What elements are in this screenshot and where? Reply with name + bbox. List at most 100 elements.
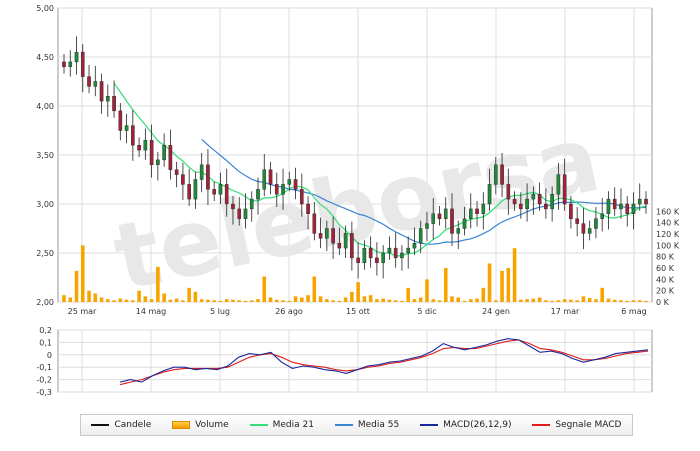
volume-bar bbox=[531, 298, 536, 302]
candle-body bbox=[193, 179, 198, 200]
candle-body bbox=[525, 198, 529, 210]
macd-tick-label: -0,2 bbox=[36, 376, 52, 385]
volume-tick-label: 60 K bbox=[656, 264, 675, 273]
volume-bar bbox=[375, 299, 379, 302]
candle-body bbox=[231, 203, 235, 210]
volume-bar bbox=[124, 299, 129, 302]
volume-bar bbox=[218, 300, 223, 302]
candle-body bbox=[512, 198, 517, 205]
candle-body bbox=[443, 208, 448, 219]
volume-bar bbox=[637, 300, 642, 302]
volume-bar bbox=[418, 297, 423, 302]
candle-body bbox=[468, 208, 473, 219]
volume-bar bbox=[494, 300, 498, 302]
volume-bar bbox=[393, 300, 398, 302]
volume-bar bbox=[187, 287, 191, 302]
legend-item: Candele bbox=[91, 420, 151, 430]
candle-body bbox=[325, 228, 329, 239]
volume-bar bbox=[99, 297, 104, 302]
volume-bar bbox=[137, 290, 141, 302]
candle-body bbox=[500, 164, 504, 185]
volume-bar bbox=[381, 298, 385, 302]
volume-bar bbox=[462, 300, 467, 302]
candle-body bbox=[556, 174, 561, 195]
candle-body bbox=[181, 174, 185, 185]
volume-bar bbox=[268, 297, 273, 302]
candle-body bbox=[256, 189, 260, 200]
candle-body bbox=[475, 208, 479, 214]
x-tick-label: 25 mar bbox=[68, 307, 97, 316]
candle-body bbox=[375, 257, 379, 263]
price-tick-label: 4,50 bbox=[36, 53, 54, 62]
volume-bar bbox=[612, 299, 617, 302]
candle-body bbox=[406, 247, 410, 254]
candle-body bbox=[224, 184, 229, 205]
volume-bar bbox=[587, 298, 592, 302]
volume-bar bbox=[331, 300, 335, 302]
volume-bar bbox=[468, 299, 473, 302]
candle-body bbox=[550, 193, 554, 210]
volume-bar bbox=[262, 276, 267, 302]
candle-body bbox=[80, 51, 85, 77]
candle-icon bbox=[91, 424, 110, 426]
price-tick-label: 4,00 bbox=[36, 102, 54, 111]
legend-label: Segnale MACD bbox=[555, 420, 622, 430]
candle-body bbox=[306, 203, 310, 215]
legend-label: Media 55 bbox=[357, 420, 400, 430]
volume-bar bbox=[456, 297, 461, 302]
candle-body bbox=[569, 203, 573, 219]
candle-body bbox=[437, 213, 442, 219]
volume-bar bbox=[575, 300, 579, 302]
volume-bar bbox=[300, 297, 304, 302]
x-tick-label: 5 lug bbox=[210, 307, 230, 316]
chart-canvas: 2,002,503,003,504,004,505,0025 mar 14 mag… bbox=[36, 4, 680, 397]
candle-body bbox=[494, 164, 498, 185]
volume-bar bbox=[356, 282, 360, 302]
x-tick-label: 5 dic bbox=[417, 307, 436, 316]
candle-body bbox=[249, 198, 254, 210]
volume-tick-label: 80 K bbox=[656, 253, 675, 262]
legend-item: MACD(26,12,9) bbox=[420, 420, 511, 430]
candle-body bbox=[331, 228, 335, 244]
macd-tick-label: 0,2 bbox=[39, 326, 52, 335]
volume-bar bbox=[93, 293, 98, 302]
volume-bar bbox=[443, 268, 448, 302]
candle-body bbox=[644, 198, 648, 205]
candle-body bbox=[318, 233, 323, 239]
volume-bar bbox=[400, 300, 404, 302]
volume-tick-label: 0 K bbox=[656, 298, 670, 307]
volume-bar bbox=[106, 299, 110, 302]
candle-body bbox=[356, 257, 360, 263]
volume-bar bbox=[362, 296, 367, 302]
candle-body bbox=[531, 193, 536, 200]
volume-bar bbox=[600, 287, 604, 302]
volume-bar bbox=[243, 300, 248, 302]
legend-label: Volume bbox=[195, 420, 229, 430]
candle-body bbox=[312, 213, 317, 234]
candle-body bbox=[262, 169, 267, 190]
volume-bar bbox=[550, 300, 554, 302]
volume-bar bbox=[281, 300, 285, 302]
candle-body bbox=[62, 61, 66, 68]
candle-body bbox=[612, 198, 617, 210]
volume-bar bbox=[406, 287, 410, 302]
volume-bar bbox=[206, 299, 210, 302]
candle-body bbox=[93, 81, 98, 87]
candle-body bbox=[137, 144, 141, 151]
legend-label: Candele bbox=[114, 420, 152, 430]
volume-bar bbox=[337, 300, 342, 302]
volume-tick-label: 100 K bbox=[656, 241, 680, 250]
volume-bar bbox=[293, 296, 298, 302]
candle-body bbox=[350, 233, 354, 259]
candle-body bbox=[600, 213, 604, 219]
volume-bar bbox=[174, 298, 179, 302]
volume-bar bbox=[80, 245, 85, 302]
volume-bar bbox=[168, 299, 173, 302]
candle-body bbox=[575, 218, 579, 224]
volume-bar bbox=[506, 268, 511, 302]
chart-legend: Candele Volume Media 21 Media 55 MACD(26,12,… bbox=[80, 414, 633, 436]
legend-label: MACD(26,12,9) bbox=[443, 420, 512, 430]
volume-bar bbox=[581, 296, 586, 302]
candle-body bbox=[343, 233, 348, 249]
candle-body bbox=[462, 218, 467, 229]
